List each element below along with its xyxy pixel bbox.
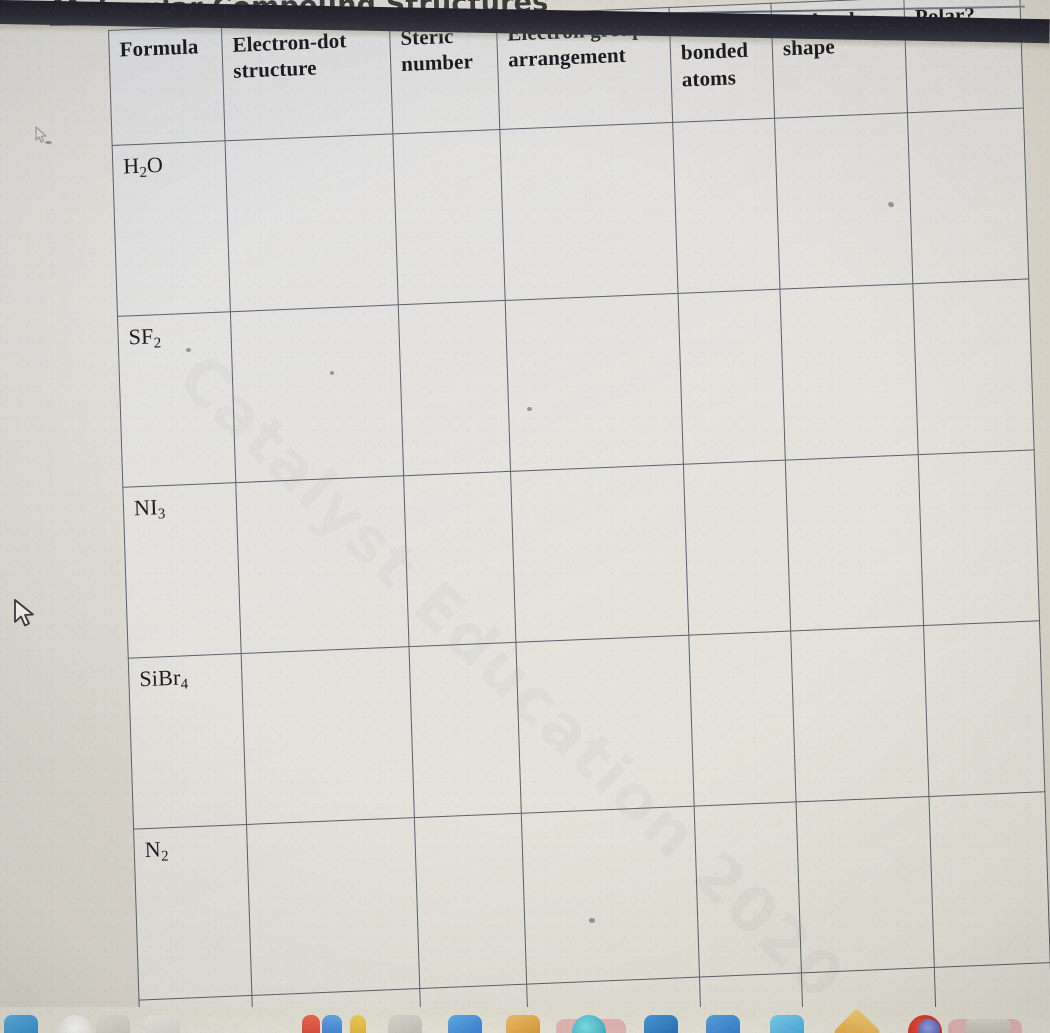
cell-molecular-shape[interactable] (779, 283, 919, 461)
mouse-pointer-left (12, 598, 38, 635)
cell-bonded-atoms[interactable] (678, 289, 786, 465)
taskbar-icon-white-circle-app[interactable] (58, 1015, 92, 1033)
formula-base: SF (128, 323, 154, 350)
taskbar-icon-paint[interactable] (302, 1015, 320, 1033)
taskbar-icon-blue-window[interactable] (706, 1015, 740, 1033)
mouse-pointer-top (34, 126, 50, 149)
taskbar-icon-blue-app[interactable] (4, 1015, 38, 1033)
taskbar-icon-teal-globe[interactable] (572, 1015, 606, 1033)
formula-subscript: 3 (157, 506, 166, 523)
cell-steric-number[interactable] (398, 300, 511, 476)
taskbar-icon-gray-app[interactable] (96, 1015, 130, 1033)
cell-formula: N2 (133, 824, 252, 1001)
pencil-speck (45, 141, 52, 144)
taskbar-icon-blue-pen[interactable] (322, 1015, 342, 1033)
cell-bonded-atoms[interactable] (688, 631, 797, 807)
cell-electron-dot[interactable] (230, 304, 404, 483)
cell-bonded-atoms[interactable] (683, 460, 791, 636)
cell-electron-group[interactable] (515, 635, 695, 814)
cell-electron-dot[interactable] (241, 646, 415, 825)
taskbar-icon-yellow-pencil[interactable] (350, 1015, 366, 1033)
cell-electron-group[interactable] (505, 293, 684, 472)
table-body: H2O SF2 NI3 SiBr4 N2 (112, 108, 1050, 1033)
cell-electron-dot[interactable] (246, 817, 420, 996)
cell-polar[interactable] (912, 278, 1035, 455)
cell-steric-number[interactable] (392, 129, 506, 305)
header-formula: Formula (108, 25, 226, 146)
cell-formula: SiBr4 (128, 653, 247, 830)
cell-polar[interactable] (907, 108, 1029, 284)
cell-electron-dot[interactable] (225, 133, 399, 312)
worksheet-table-container: Formula Electron-dot structure Steric nu… (108, 0, 1050, 1033)
taskbar-icon-blue-gradient[interactable] (448, 1015, 482, 1033)
cell-electron-group[interactable] (510, 464, 689, 643)
formula-base: SiBr (139, 664, 181, 692)
cell-steric-number[interactable] (403, 471, 516, 647)
screen-photo: Molecular Compound Structures Catalyst E… (0, 0, 1050, 1033)
cell-polar[interactable] (918, 449, 1040, 626)
cell-molecular-shape[interactable] (790, 625, 929, 802)
formula-subscript: 4 (180, 676, 189, 693)
cell-polar[interactable] (928, 791, 1050, 968)
molecular-structures-table: Formula Electron-dot structure Steric nu… (108, 0, 1050, 1033)
cell-molecular-shape[interactable] (796, 796, 935, 973)
cell-steric-number[interactable] (409, 642, 522, 818)
cell-steric-number[interactable] (414, 813, 527, 989)
formula-base: N (144, 836, 162, 863)
cell-molecular-shape[interactable] (774, 112, 913, 290)
formula-tail: O (146, 151, 164, 178)
cell-bonded-atoms[interactable] (672, 118, 780, 294)
cell-molecular-shape[interactable] (785, 454, 924, 632)
cell-polar[interactable] (923, 620, 1045, 797)
cell-formula: NI3 (122, 482, 242, 659)
taskbar-icon-blue-store[interactable] (644, 1015, 678, 1033)
cell-electron-group[interactable] (521, 806, 700, 985)
formula-subscript: 2 (160, 848, 169, 865)
taskbar-icon-gray-doc[interactable] (388, 1015, 422, 1033)
taskbar-icon-light-app[interactable] (146, 1015, 180, 1033)
cell-electron-group[interactable] (499, 122, 679, 301)
taskbar-icon-gray-right[interactable] (966, 1019, 1010, 1033)
taskbar (0, 1007, 1050, 1033)
cell-formula: SF2 (117, 311, 236, 488)
formula-base: H (122, 152, 140, 179)
formula-base: NI (133, 494, 159, 521)
cell-electron-dot[interactable] (235, 475, 410, 654)
taskbar-icon-orange-folder[interactable] (506, 1015, 540, 1033)
taskbar-icons (0, 1007, 1050, 1033)
taskbar-icon-orange-diamond[interactable] (832, 1007, 882, 1033)
cell-bonded-atoms[interactable] (694, 801, 802, 978)
taskbar-icon-cyan-cloud[interactable] (770, 1015, 804, 1033)
cell-formula: H2O (112, 140, 231, 317)
formula-subscript: 2 (153, 335, 162, 352)
